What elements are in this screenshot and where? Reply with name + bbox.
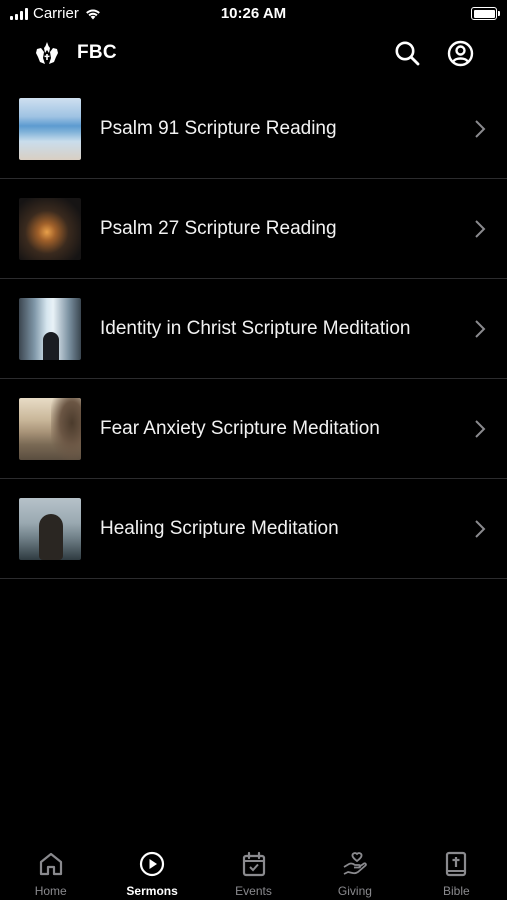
chevron-right-icon bbox=[475, 320, 486, 338]
play-circle-icon bbox=[140, 851, 165, 877]
list-item-title: Psalm 27 Scripture Reading bbox=[100, 218, 337, 239]
list-item-title: Fear Anxiety Scripture Meditation bbox=[100, 418, 380, 439]
tab-home[interactable]: Home bbox=[0, 834, 101, 900]
home-icon bbox=[39, 852, 62, 876]
bible-cross-icon bbox=[446, 851, 467, 877]
list-item[interactable]: Psalm 27 Scripture Reading bbox=[0, 179, 507, 279]
hand-heart-icon bbox=[343, 852, 367, 875]
tab-events[interactable]: Events bbox=[203, 834, 304, 900]
woman-seaside-image bbox=[19, 398, 81, 460]
tab-giving[interactable]: Giving bbox=[304, 834, 405, 900]
chevron-right-icon bbox=[475, 120, 486, 138]
list-item[interactable]: Healing Scripture Meditation bbox=[0, 479, 507, 579]
sunset-lake-image bbox=[19, 198, 81, 260]
search-button[interactable] bbox=[392, 38, 422, 68]
ocean-horizon-image bbox=[19, 98, 81, 160]
list-item-title: Identity in Christ Scripture Meditation bbox=[100, 318, 411, 339]
battery-icon bbox=[471, 7, 500, 20]
chevron-right-icon bbox=[475, 420, 486, 438]
tab-bar: Home Sermons Events Giving Bible bbox=[0, 834, 507, 900]
tab-bible[interactable]: Bible bbox=[406, 834, 507, 900]
status-bar: Carrier 10:26 AM bbox=[0, 0, 507, 30]
status-time: 10:26 AM bbox=[220, 5, 287, 22]
woman-lake-portrait-image bbox=[19, 498, 81, 560]
tab-label: Bible bbox=[442, 884, 470, 898]
account-button[interactable] bbox=[445, 38, 475, 68]
account-circle-icon bbox=[447, 40, 473, 66]
tab-label: Giving bbox=[337, 884, 372, 898]
list-item-title: Healing Scripture Meditation bbox=[100, 518, 339, 539]
list-item[interactable]: Psalm 91 Scripture Reading bbox=[0, 79, 507, 179]
list-item[interactable]: Identity in Christ Scripture Meditation bbox=[0, 279, 507, 379]
tab-label: Sermons bbox=[126, 884, 178, 898]
tab-label: Home bbox=[34, 884, 67, 898]
list-item[interactable]: Fear Anxiety Scripture Meditation bbox=[0, 379, 507, 479]
search-icon bbox=[395, 41, 420, 66]
chevron-right-icon bbox=[475, 520, 486, 538]
list-item-title: Psalm 91 Scripture Reading bbox=[100, 118, 337, 139]
sermon-list: Psalm 91 Scripture Reading Psalm 27 Scri… bbox=[0, 79, 507, 579]
waterfall-person-image bbox=[19, 298, 81, 360]
app-title: FBC bbox=[77, 42, 117, 63]
tab-sermons[interactable]: Sermons bbox=[101, 834, 202, 900]
app-header: FBC bbox=[0, 30, 507, 76]
chevron-right-icon bbox=[475, 220, 486, 238]
church-hands-logo-icon bbox=[36, 42, 58, 64]
calendar-check-icon bbox=[242, 851, 265, 877]
tab-label: Events bbox=[235, 884, 272, 898]
